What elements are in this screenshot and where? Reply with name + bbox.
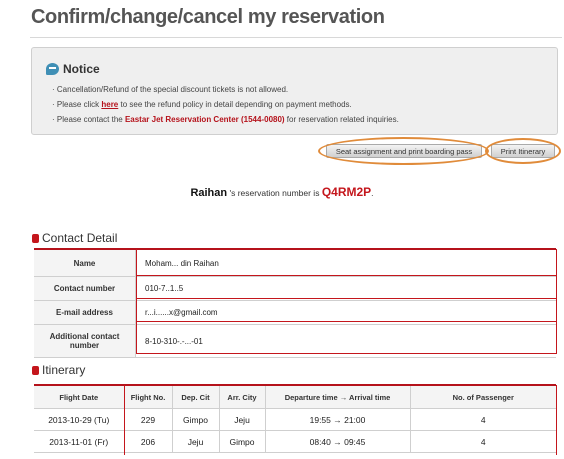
table-cell: 229 [124,408,173,431]
table-cell: Gimpo [219,430,266,453]
column-header: Flight Date [34,385,125,409]
column-header: Departure time → Arrival time [265,385,411,409]
contact-label: Additional contact number [34,324,136,358]
section-bullet-icon [32,365,39,375]
reservation-center-link[interactable]: Eastar Jet Reservation Center (1544-0080… [125,115,285,124]
table-cell: 2013-11-01 (Fr) [34,430,125,453]
contact-value: 8-10-310-.-...-01 [135,324,556,358]
itinerary-table: Flight Date Flight No. Dep. Cit Arr. Cit… [34,384,556,453]
notice-item: Please contact the Eastar Jet Reservatio… [52,113,399,128]
contact-value: Moham... din Raihan [135,249,556,277]
contact-value: r...i......x@gmail.com [135,300,556,325]
table-row: E-mail address r...i......x@gmail.com [34,300,556,325]
column-header: Dep. Cit [172,385,220,409]
speech-bubble-icon [46,63,59,75]
table-row: 2013-11-01 (Fr) 206 Jeju Gimpo 08:40 → 0… [34,430,556,453]
itinerary-section-title: Itinerary [42,363,86,377]
table-row: 2013-10-29 (Tu) 229 Gimpo Jeju 19:55 → 2… [34,408,556,431]
table-cell: 4 [410,430,556,453]
table-row: Contact number 010-7..1..5 [34,276,556,301]
notice-header: Notice [46,62,100,76]
contact-value: 010-7..1..5 [135,276,556,301]
table-row: Name Moham... din Raihan [34,249,556,277]
table-cell: Jeju [219,408,266,431]
notice-list: Cancellation/Refund of the special disco… [52,83,399,128]
table-header-row: Flight Date Flight No. Dep. Cit Arr. Cit… [34,385,556,409]
notice-title: Notice [63,62,100,76]
contact-label: Contact number [34,276,136,301]
table-cell: Jeju [172,430,220,453]
notice-item: Cancellation/Refund of the special disco… [52,83,399,98]
table-cell: 4 [410,408,556,431]
table-cell: 2013-10-29 (Tu) [34,408,125,431]
column-header: No. of Passenger [410,385,556,409]
title-divider [30,37,562,38]
page-title: Confirm/change/cancel my reservation [31,6,385,28]
passenger-name: Raihan [190,187,228,199]
table-cell: 206 [124,430,173,453]
table-cell: 19:55 → 21:00 [265,408,411,431]
contact-table: Name Moham... din Raihan Contact number … [34,248,556,358]
contact-section-title: Contact Detail [42,231,118,245]
highlight-ring [485,138,561,164]
contact-section-header: Contact Detail [32,231,117,245]
refund-policy-link[interactable]: here [101,100,118,109]
table-cell: 08:40 → 09:45 [265,430,411,453]
section-bullet-icon [32,233,39,243]
reservation-number: Q4RM2P [321,185,372,199]
notice-item: Please click here to see the refund poli… [52,98,399,113]
column-header: Flight No. [124,385,173,409]
contact-label: Name [34,249,136,277]
reservation-summary: Raihan 's reservation number is Q4RM2P. [190,185,374,199]
highlight-ring [318,137,489,165]
itinerary-section-header: Itinerary [32,363,85,377]
column-header: Arr. City [219,385,266,409]
contact-label: E-mail address [34,300,136,325]
table-cell: Gimpo [172,408,220,431]
notice-box: Notice Cancellation/Refund of the specia… [31,47,558,135]
table-row: Additional contact number 8-10-310-.-...… [34,324,556,358]
